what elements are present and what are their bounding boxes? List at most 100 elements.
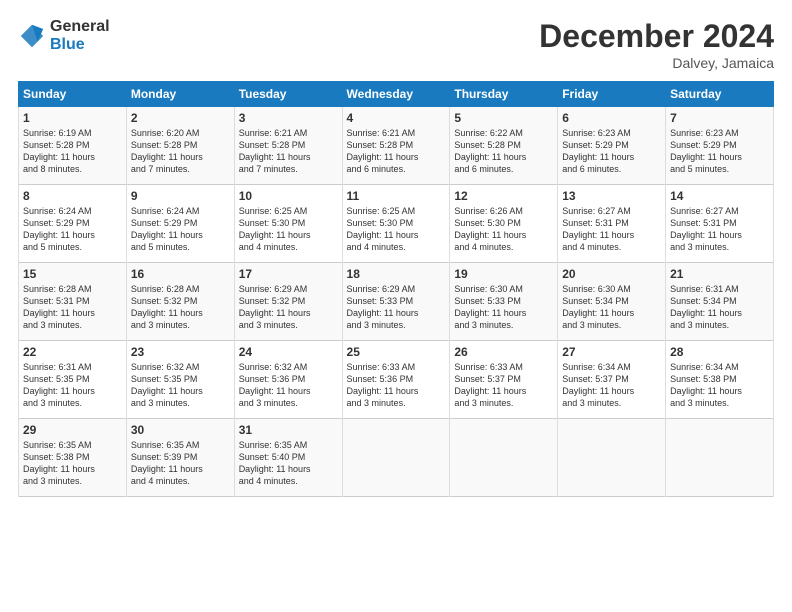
day-number: 5: [454, 111, 553, 125]
day-number: 8: [23, 189, 122, 203]
day-info: Sunrise: 6:27 AM Sunset: 5:31 PM Dayligh…: [562, 205, 661, 254]
calendar-cell: 23Sunrise: 6:32 AM Sunset: 5:35 PM Dayli…: [126, 341, 234, 419]
calendar-cell: 28 Sunrise: 6:34 AM Sunset: 5:38 PM Dayli…: [666, 341, 774, 419]
day-number: 9: [131, 189, 230, 203]
calendar-week-5: 29 Sunrise: 6:35 AM Sunset: 5:38 PM Dayli…: [19, 419, 774, 497]
logo-icon: [18, 22, 46, 50]
day-info: Sunrise: 6:23 AM Sunset: 5:29 PM Dayligh…: [562, 127, 661, 176]
calendar-cell: 2 Sunrise: 6:20 AM Sunset: 5:28 PM Daylig…: [126, 107, 234, 185]
page-header: General Blue December 2024 Dalvey, Jamai…: [18, 18, 774, 71]
day-info: Sunrise: 6:26 AM Sunset: 5:30 PM Dayligh…: [454, 205, 553, 254]
day-info: Sunrise: 6:33 AM Sunset: 5:36 PM Dayligh…: [347, 361, 446, 410]
day-number: 24: [239, 345, 338, 359]
calendar-cell: 1 Sunrise: 6:19 AM Sunset: 5:28 PM Daylig…: [19, 107, 127, 185]
day-info: Sunrise: 6:32 AM Sunset: 5:35 PM Dayligh…: [131, 361, 230, 410]
day-info: Sunrise: 6:33 AM Sunset: 5:37 PM Dayligh…: [454, 361, 553, 410]
calendar-cell: 16 Sunrise: 6:28 AM Sunset: 5:32 PM Dayli…: [126, 263, 234, 341]
day-number: 17: [239, 267, 338, 281]
day-info: Sunrise: 6:34 AM Sunset: 5:38 PM Dayligh…: [670, 361, 769, 410]
day-number: 1: [23, 111, 122, 125]
day-number: 12: [454, 189, 553, 203]
month-title: December 2024: [539, 18, 774, 55]
day-number: 4: [347, 111, 446, 125]
day-number: 30: [131, 423, 230, 437]
day-info: Sunrise: 6:19 AM Sunset: 5:28 PM Dayligh…: [23, 127, 122, 176]
day-info: Sunrise: 6:31 AM Sunset: 5:34 PM Dayligh…: [670, 283, 769, 332]
day-info: Sunrise: 6:29 AM Sunset: 5:33 PM Dayligh…: [347, 283, 446, 332]
day-info: Sunrise: 6:22 AM Sunset: 5:28 PM Dayligh…: [454, 127, 553, 176]
location: Dalvey, Jamaica: [539, 55, 774, 71]
day-number: 22: [23, 345, 122, 359]
day-info: Sunrise: 6:34 AM Sunset: 5:37 PM Dayligh…: [562, 361, 661, 410]
calendar-cell: [342, 419, 450, 497]
calendar-week-2: 8 Sunrise: 6:24 AM Sunset: 5:29 PM Daylig…: [19, 185, 774, 263]
day-number: 25: [347, 345, 446, 359]
calendar-cell: 10Sunrise: 6:25 AM Sunset: 5:30 PM Dayli…: [234, 185, 342, 263]
calendar-cell: 13Sunrise: 6:27 AM Sunset: 5:31 PM Dayli…: [558, 185, 666, 263]
logo-general: General: [50, 18, 110, 36]
calendar-cell: 4 Sunrise: 6:21 AM Sunset: 5:28 PM Daylig…: [342, 107, 450, 185]
calendar-week-3: 15Sunrise: 6:28 AM Sunset: 5:31 PM Dayli…: [19, 263, 774, 341]
header-thursday: Thursday: [450, 82, 558, 107]
day-number: 11: [347, 189, 446, 203]
calendar-cell: [450, 419, 558, 497]
calendar-cell: 14 Sunrise: 6:27 AM Sunset: 5:31 PM Dayli…: [666, 185, 774, 263]
calendar-cell: 30 Sunrise: 6:35 AM Sunset: 5:39 PM Dayli…: [126, 419, 234, 497]
day-info: Sunrise: 6:25 AM Sunset: 5:30 PM Dayligh…: [347, 205, 446, 254]
day-number: 19: [454, 267, 553, 281]
day-number: 27: [562, 345, 661, 359]
calendar-cell: [558, 419, 666, 497]
header-sunday: Sunday: [19, 82, 127, 107]
day-number: 28: [670, 345, 769, 359]
title-block: December 2024 Dalvey, Jamaica: [539, 18, 774, 71]
calendar-cell: [666, 419, 774, 497]
calendar-cell: 20 Sunrise: 6:30 AM Sunset: 5:34 PM Dayli…: [558, 263, 666, 341]
day-info: Sunrise: 6:30 AM Sunset: 5:34 PM Dayligh…: [562, 283, 661, 332]
day-number: 14: [670, 189, 769, 203]
day-number: 18: [347, 267, 446, 281]
day-number: 6: [562, 111, 661, 125]
day-number: 29: [23, 423, 122, 437]
day-info: Sunrise: 6:28 AM Sunset: 5:32 PM Dayligh…: [131, 283, 230, 332]
header-row: Sunday Monday Tuesday Wednesday Thursday…: [19, 82, 774, 107]
calendar-cell: 17 Sunrise: 6:29 AM Sunset: 5:32 PM Dayli…: [234, 263, 342, 341]
day-info: Sunrise: 6:24 AM Sunset: 5:29 PM Dayligh…: [131, 205, 230, 254]
calendar-table: Sunday Monday Tuesday Wednesday Thursday…: [18, 81, 774, 497]
day-number: 20: [562, 267, 661, 281]
calendar-cell: 19 Sunrise: 6:30 AM Sunset: 5:33 PM Dayli…: [450, 263, 558, 341]
day-info: Sunrise: 6:21 AM Sunset: 5:28 PM Dayligh…: [239, 127, 338, 176]
calendar-cell: 3Sunrise: 6:21 AM Sunset: 5:28 PM Daylig…: [234, 107, 342, 185]
calendar-cell: 12 Sunrise: 6:26 AM Sunset: 5:30 PM Dayli…: [450, 185, 558, 263]
day-info: Sunrise: 6:35 AM Sunset: 5:38 PM Dayligh…: [23, 439, 122, 488]
day-info: Sunrise: 6:27 AM Sunset: 5:31 PM Dayligh…: [670, 205, 769, 254]
day-number: 16: [131, 267, 230, 281]
day-number: 2: [131, 111, 230, 125]
calendar-cell: 22Sunrise: 6:31 AM Sunset: 5:35 PM Dayli…: [19, 341, 127, 419]
day-number: 15: [23, 267, 122, 281]
day-info: Sunrise: 6:30 AM Sunset: 5:33 PM Dayligh…: [454, 283, 553, 332]
calendar-cell: 31Sunrise: 6:35 AM Sunset: 5:40 PM Dayli…: [234, 419, 342, 497]
header-tuesday: Tuesday: [234, 82, 342, 107]
calendar-cell: 25 Sunrise: 6:33 AM Sunset: 5:36 PM Dayli…: [342, 341, 450, 419]
calendar-cell: 5 Sunrise: 6:22 AM Sunset: 5:28 PM Daylig…: [450, 107, 558, 185]
calendar-cell: 15Sunrise: 6:28 AM Sunset: 5:31 PM Dayli…: [19, 263, 127, 341]
day-info: Sunrise: 6:20 AM Sunset: 5:28 PM Dayligh…: [131, 127, 230, 176]
header-saturday: Saturday: [666, 82, 774, 107]
calendar-cell: 27 Sunrise: 6:34 AM Sunset: 5:37 PM Dayli…: [558, 341, 666, 419]
day-number: 26: [454, 345, 553, 359]
calendar-cell: 29 Sunrise: 6:35 AM Sunset: 5:38 PM Dayli…: [19, 419, 127, 497]
calendar-cell: 8 Sunrise: 6:24 AM Sunset: 5:29 PM Daylig…: [19, 185, 127, 263]
day-info: Sunrise: 6:35 AM Sunset: 5:40 PM Dayligh…: [239, 439, 338, 488]
calendar-cell: 18 Sunrise: 6:29 AM Sunset: 5:33 PM Dayli…: [342, 263, 450, 341]
day-info: Sunrise: 6:24 AM Sunset: 5:29 PM Dayligh…: [23, 205, 122, 254]
day-info: Sunrise: 6:29 AM Sunset: 5:32 PM Dayligh…: [239, 283, 338, 332]
day-info: Sunrise: 6:21 AM Sunset: 5:28 PM Dayligh…: [347, 127, 446, 176]
day-number: 7: [670, 111, 769, 125]
calendar-week-4: 22Sunrise: 6:31 AM Sunset: 5:35 PM Dayli…: [19, 341, 774, 419]
logo: General Blue: [18, 18, 110, 53]
header-monday: Monday: [126, 82, 234, 107]
calendar-cell: 11 Sunrise: 6:25 AM Sunset: 5:30 PM Dayli…: [342, 185, 450, 263]
day-info: Sunrise: 6:32 AM Sunset: 5:36 PM Dayligh…: [239, 361, 338, 410]
day-info: Sunrise: 6:35 AM Sunset: 5:39 PM Dayligh…: [131, 439, 230, 488]
header-wednesday: Wednesday: [342, 82, 450, 107]
